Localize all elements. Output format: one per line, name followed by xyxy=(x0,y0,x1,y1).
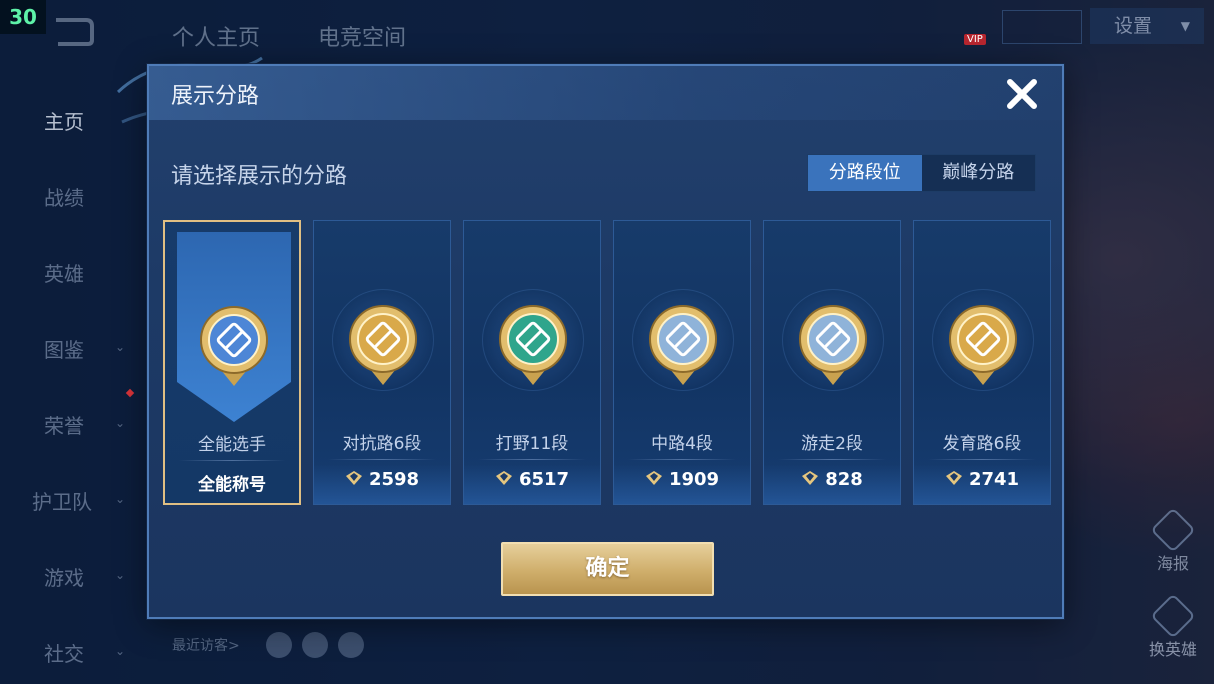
vip-area[interactable]: VIP xyxy=(962,8,1082,45)
lane-display-dialog: 展示分路 请选择展示的分路 分路段位 巅峰分路 全能选手 全能称号 对抗路6段 259… xyxy=(147,64,1064,619)
lane-title-label: 全能称号 xyxy=(198,475,266,495)
sidebar-item[interactable]: 荣誉 ⌄ xyxy=(0,404,150,444)
sidebar-item-label: 护卫队 xyxy=(32,490,92,514)
vip-status-box xyxy=(1002,10,1082,44)
lane-card[interactable]: 打野11段 6517 xyxy=(463,220,601,505)
lane-card[interactable]: 发育路6段 2741 xyxy=(913,220,1051,505)
lane-card-list: 全能选手 全能称号 对抗路6段 2598 打野11段 6517 中路4段 1909 游走2段 82… xyxy=(163,220,1053,505)
sidebar-item[interactable]: 战绩 xyxy=(0,176,150,216)
lane-name: 对抗路6段 xyxy=(342,434,422,454)
sidebar-item-label: 游戏 xyxy=(44,566,84,590)
settings-button[interactable]: 设置 ▼ xyxy=(1090,8,1204,44)
confirm-button[interactable]: 确定 xyxy=(501,542,714,596)
poster-button[interactable]: 海报 xyxy=(1148,507,1198,574)
dialog-header xyxy=(149,66,1062,120)
dialog-title: 展示分路 xyxy=(171,84,260,109)
farm-lane-emblem-icon xyxy=(949,305,1017,385)
back-icon[interactable] xyxy=(48,14,94,48)
points-icon xyxy=(645,471,662,485)
allround-emblem-icon xyxy=(200,306,268,386)
settings-label: 设置 xyxy=(1114,15,1153,37)
dialog-subtitle: 请选择展示的分路 xyxy=(171,164,348,189)
sidebar-item[interactable]: 社交 ⌄ xyxy=(0,632,150,672)
lane-points: 6517 xyxy=(464,469,600,490)
lane-points-value: 2598 xyxy=(368,469,420,490)
jungle-emblem-icon xyxy=(499,305,567,385)
chevron-down-icon: ⌄ xyxy=(115,492,126,506)
lane-mode-tabs: 分路段位 巅峰分路 xyxy=(807,154,1036,192)
chevron-down-icon: ▼ xyxy=(1180,19,1190,33)
visitor-avatar[interactable] xyxy=(338,632,364,658)
card-divider xyxy=(928,459,1036,460)
card-divider xyxy=(328,459,436,460)
lane-name: 游走2段 xyxy=(801,434,863,454)
card-divider xyxy=(478,459,586,460)
points-icon xyxy=(495,471,512,485)
lane-card[interactable]: 中路4段 1909 xyxy=(613,220,751,505)
sidebar-item[interactable]: 护卫队 ⌄ xyxy=(0,480,150,520)
poster-icon xyxy=(1150,507,1196,553)
points-icon xyxy=(345,471,362,485)
visitor-avatar[interactable] xyxy=(266,632,292,658)
lane-points: 828 xyxy=(764,469,900,490)
lane-name: 发育路6段 xyxy=(942,434,1022,454)
chevron-down-icon: ⌄ xyxy=(115,644,126,658)
sidebar-item-label: 图鉴 xyxy=(44,338,84,362)
lane-name: 中路4段 xyxy=(651,434,713,454)
swap-hero-icon xyxy=(1150,593,1196,639)
lane-name: 全能选手 xyxy=(198,435,266,455)
lane-card[interactable]: 全能选手 全能称号 xyxy=(163,220,301,505)
chevron-down-icon: ⌄ xyxy=(115,340,126,354)
visitor-avatar[interactable] xyxy=(302,632,328,658)
lane-card[interactable]: 对抗路6段 2598 xyxy=(313,220,451,505)
sidebar-item[interactable]: 英雄 xyxy=(0,252,150,292)
chevron-down-icon: ⌄ xyxy=(115,416,126,430)
sidebar-item-label: 战绩 xyxy=(44,186,84,210)
lane-card[interactable]: 游走2段 828 xyxy=(763,220,901,505)
top-nav: 个人主页 电竞空间 xyxy=(172,20,406,52)
lane-points: 1909 xyxy=(614,469,750,490)
swap-hero-button[interactable]: 换英雄 xyxy=(1140,593,1206,660)
sidebar-item[interactable]: 游戏 ⌄ xyxy=(0,556,150,596)
points-icon xyxy=(945,471,962,485)
sidebar-item-label: 主页 xyxy=(44,110,84,134)
card-divider xyxy=(628,459,736,460)
tab-lane-rank[interactable]: 分路段位 xyxy=(808,155,922,191)
mid-lane-emblem-icon xyxy=(649,305,717,385)
card-divider xyxy=(179,460,285,461)
tab-profile[interactable]: 个人主页 xyxy=(172,20,260,52)
clash-lane-emblem-icon xyxy=(349,305,417,385)
poster-label: 海报 xyxy=(1156,554,1189,573)
swap-hero-label: 换英雄 xyxy=(1148,640,1197,659)
close-icon[interactable] xyxy=(1002,74,1042,114)
recent-visitors-link[interactable]: 最近访客> xyxy=(172,635,240,655)
lane-points-value: 6517 xyxy=(518,469,570,490)
sidebar-item-label: 英雄 xyxy=(44,262,84,286)
tab-peak-lane[interactable]: 巅峰分路 xyxy=(921,155,1035,191)
sidebar-item[interactable]: 图鉴 ⌄ xyxy=(0,328,150,368)
lane-points-value: 1909 xyxy=(668,469,720,490)
lane-points-value: 828 xyxy=(825,469,863,490)
roam-emblem-icon xyxy=(799,305,867,385)
lane-points: 2741 xyxy=(914,469,1050,490)
tab-esports[interactable]: 电竞空间 xyxy=(318,20,406,52)
vip-badge: VIP xyxy=(964,34,986,45)
chevron-down-icon: ⌄ xyxy=(115,568,126,582)
sidebar-item-label: 荣誉 xyxy=(44,414,84,438)
lane-points-value: 2741 xyxy=(968,469,1020,490)
sidebar-item-label: 社交 xyxy=(44,642,84,666)
card-divider xyxy=(778,459,886,460)
points-icon xyxy=(802,471,819,485)
lane-name: 打野11段 xyxy=(495,434,569,454)
fps-counter: 30 xyxy=(0,0,46,34)
lane-points: 2598 xyxy=(314,469,450,490)
